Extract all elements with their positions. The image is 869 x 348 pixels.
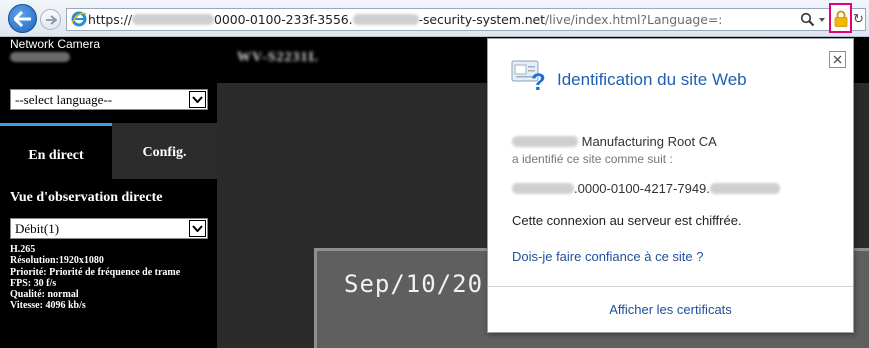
tab-config[interactable]: Config. xyxy=(112,123,217,179)
issuer-text: Manufacturing Root CA xyxy=(581,134,717,149)
lock-icon xyxy=(834,10,847,27)
brand-label: Network Camera xyxy=(10,37,101,51)
camera-title-redacted: WV-S2231L xyxy=(237,50,319,65)
site-identification-popup: ? Identification du site Web Manufacturi… xyxy=(487,38,854,333)
identified-text: a identifié ce site comme suit : xyxy=(512,152,673,166)
browser-toolbar: https:// 0000-0100-233f-3556. -security-sy… xyxy=(0,0,869,37)
back-arrow-icon xyxy=(13,10,31,27)
info-resolution: Résolution:1920x1080 xyxy=(10,255,104,267)
url-path: /live/index.html?Language=: xyxy=(544,12,723,27)
info-speed: Vitesse: 4096 kb/s xyxy=(10,300,86,312)
view-certificates-link[interactable]: Afficher les certificats xyxy=(488,302,853,317)
info-priority: Priorité: Priorité de fréquence de trame xyxy=(10,266,181,278)
url-host-2: -security-system.net xyxy=(418,12,545,27)
site-identity-icon: ? xyxy=(511,60,546,92)
redacted-site-prefix xyxy=(512,183,574,194)
chevron-down-icon xyxy=(189,220,206,237)
internet-explorer-icon xyxy=(71,11,87,27)
left-panel: Network Camera --select language-- En di… xyxy=(0,37,217,348)
url-scheme: https:// xyxy=(88,12,133,27)
encrypted-text: Cette connexion au serveur est chiffrée. xyxy=(512,213,742,228)
redacted-issuer-brand xyxy=(512,136,578,147)
url-text: https:// 0000-0100-233f-3556. -security-sy… xyxy=(88,12,722,27)
language-select[interactable]: --select language-- xyxy=(10,89,208,110)
language-select-value: --select language-- xyxy=(15,92,113,107)
search-icon[interactable] xyxy=(800,12,815,27)
close-icon xyxy=(833,55,842,64)
video-date-overlay: Sep/10/20 xyxy=(344,270,484,298)
site-id-text: .0000-0100-4217-7949. xyxy=(574,181,710,196)
info-fps: FPS: 30 f/s xyxy=(10,277,57,289)
stream-select-value: Débit(1) xyxy=(15,221,60,236)
site-id-line: .0000-0100-4217-7949. xyxy=(512,181,780,196)
lock-button[interactable] xyxy=(829,3,852,33)
redacted-brand xyxy=(352,14,419,25)
svg-text:?: ? xyxy=(531,69,546,92)
popup-divider xyxy=(488,286,853,287)
redacted-host xyxy=(132,14,215,25)
redacted-site-suffix xyxy=(709,183,780,194)
info-codec: H.265 xyxy=(10,244,36,255)
address-bar[interactable]: https:// 0000-0100-233f-3556. -security-sy… xyxy=(66,3,866,33)
close-button[interactable] xyxy=(829,51,846,68)
chevron-down-icon xyxy=(189,91,206,108)
refresh-icon[interactable]: ↻ xyxy=(853,11,864,27)
redacted-model xyxy=(10,52,70,62)
popup-title: Identification du site Web xyxy=(557,70,747,89)
search-dropdown-icon[interactable] xyxy=(819,18,825,22)
forward-arrow-icon xyxy=(45,14,57,25)
stream-select[interactable]: Débit(1) xyxy=(10,218,208,239)
live-view-title: Vue d'observation directe xyxy=(10,190,163,205)
stream-info: H.265 Résolution:1920x1080 Priorité: Pri… xyxy=(10,244,210,312)
forward-button[interactable] xyxy=(40,9,61,30)
trust-link[interactable]: Dois-je faire confiance à ce site ? xyxy=(512,249,703,264)
info-quality: Qualité: normal xyxy=(10,289,79,301)
tab-live-label: En direct xyxy=(28,148,84,163)
tab-live[interactable]: En direct xyxy=(0,123,112,179)
url-host-1: 0000-0100-233f-3556. xyxy=(214,12,353,27)
mode-tabs: En direct Config. xyxy=(0,123,217,179)
back-button[interactable] xyxy=(8,4,37,33)
tab-config-label: Config. xyxy=(142,145,187,160)
issuer-line: Manufacturing Root CA xyxy=(512,134,717,149)
